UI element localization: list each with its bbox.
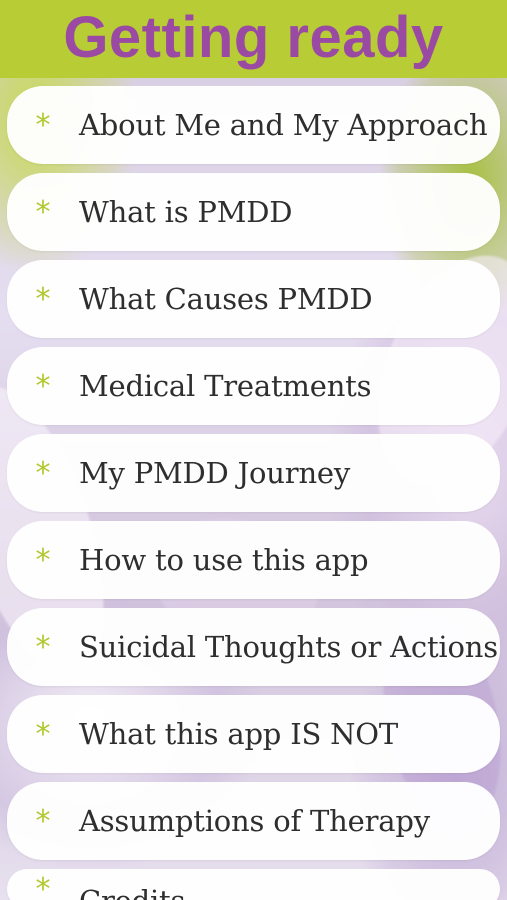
menu-item-label: About Me and My Approach — [79, 107, 488, 142]
menu-item-icon-wrap: * — [7, 782, 79, 860]
star-icon: * — [35, 369, 51, 404]
menu-item-how-to-use-this-app[interactable]: * How to use this app — [7, 521, 500, 599]
star-icon: * — [35, 543, 51, 578]
menu-list: * About Me and My Approach * What is PMD… — [7, 86, 500, 900]
menu-item-label: What is PMDD — [79, 194, 293, 229]
menu-item-what-causes-pmdd[interactable]: * What Causes PMDD — [7, 260, 500, 338]
menu-item-label: My PMDD Journey — [79, 455, 351, 490]
menu-item-icon-wrap: * — [7, 695, 79, 773]
star-icon: * — [35, 717, 51, 752]
menu-item-icon-wrap: * — [7, 347, 79, 425]
menu-item-label: How to use this app — [79, 542, 369, 577]
menu-item-assumptions-of-therapy[interactable]: * Assumptions of Therapy — [7, 782, 500, 860]
menu-item-what-this-app-is-not[interactable]: * What this app IS NOT — [7, 695, 500, 773]
header-bar: Getting ready — [0, 0, 507, 78]
menu-item-label: Suicidal Thoughts or Actions — [79, 629, 498, 664]
menu-item-label: What Causes PMDD — [79, 281, 373, 316]
menu-item-medical-treatments[interactable]: * Medical Treatments — [7, 347, 500, 425]
menu-item-label: What this app IS NOT — [79, 716, 399, 751]
star-icon: * — [35, 456, 51, 491]
menu-item-about-me-and-my-approach[interactable]: * About Me and My Approach — [7, 86, 500, 164]
menu-item-label: Credits — [79, 886, 185, 900]
menu-item-my-pmdd-journey[interactable]: * My PMDD Journey — [7, 434, 500, 512]
menu-item-icon-wrap: * — [7, 869, 79, 900]
star-icon: * — [35, 630, 51, 665]
menu-item-icon-wrap: * — [7, 260, 79, 338]
menu-item-what-is-pmdd[interactable]: * What is PMDD — [7, 173, 500, 251]
menu-item-icon-wrap: * — [7, 521, 79, 599]
menu-item-suicidal-thoughts-or-actions[interactable]: * Suicidal Thoughts or Actions — [7, 608, 500, 686]
star-icon: * — [35, 872, 51, 900]
menu-item-label: Assumptions of Therapy — [79, 803, 430, 838]
menu-item-icon-wrap: * — [7, 434, 79, 512]
menu-item-icon-wrap: * — [7, 608, 79, 686]
menu-item-label: Medical Treatments — [79, 368, 372, 403]
menu-item-icon-wrap: * — [7, 86, 79, 164]
page-title: Getting ready — [63, 5, 444, 70]
menu-item-icon-wrap: * — [7, 173, 79, 251]
menu-item-credits[interactable]: * Credits — [7, 869, 500, 900]
star-icon: * — [35, 195, 51, 230]
star-icon: * — [35, 108, 51, 143]
star-icon: * — [35, 804, 51, 839]
star-icon: * — [35, 282, 51, 317]
